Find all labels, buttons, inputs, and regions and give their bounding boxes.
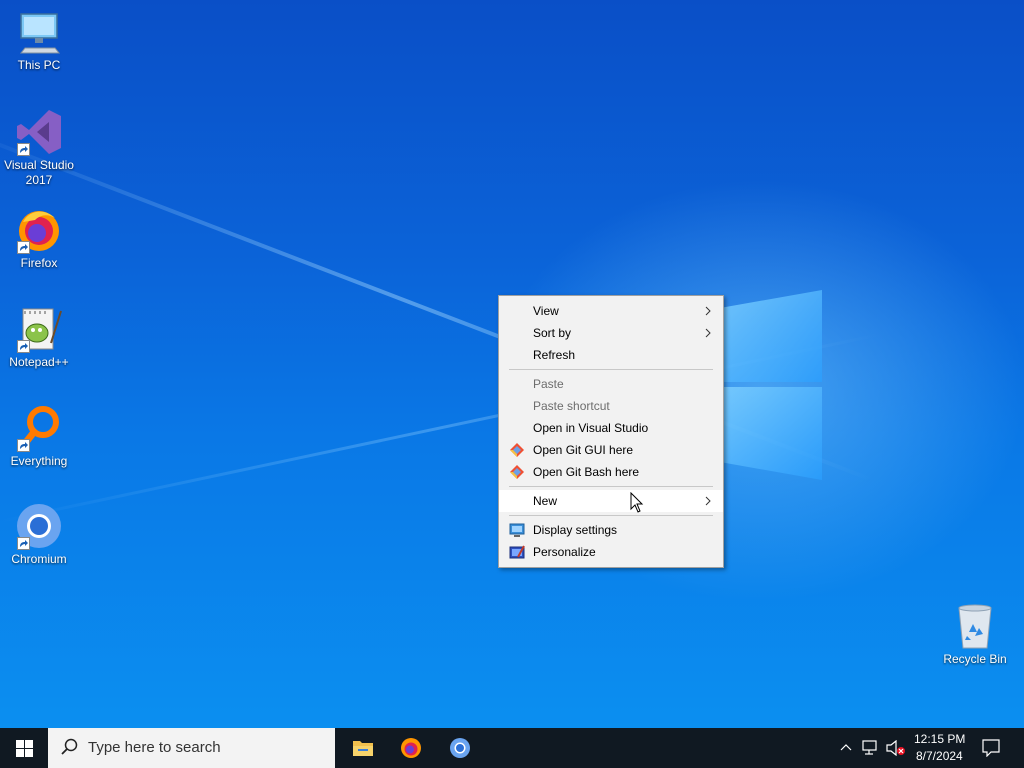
windows-logo-icon <box>16 740 33 757</box>
desktop[interactable]: This PC Visual Studio 2017 Firefox Notep… <box>0 0 1024 728</box>
shortcut-arrow-icon <box>17 340 30 353</box>
desktop-icon-this-pc[interactable]: This PC <box>0 8 78 73</box>
menu-item-label: Paste <box>533 377 564 391</box>
wallpaper-windows-logo <box>720 290 822 480</box>
menu-separator <box>509 515 713 516</box>
desktop-icon-chromium[interactable]: Chromium <box>0 502 78 567</box>
menu-separator <box>509 369 713 370</box>
shortcut-arrow-icon <box>17 537 30 550</box>
magnifier-icon <box>15 404 63 452</box>
menu-separator <box>509 486 713 487</box>
taskbar-file-explorer-button[interactable] <box>342 728 384 768</box>
recycle-bin-icon <box>951 602 999 650</box>
menu-item-paste-shortcut: Paste shortcut <box>499 395 723 417</box>
menu-item-label: Paste shortcut <box>533 399 610 413</box>
folder-icon <box>353 741 373 756</box>
desktop-icon-label: 2017 <box>25 173 53 187</box>
menu-item-label: View <box>533 304 559 318</box>
chevron-right-icon <box>705 328 711 338</box>
network-icon[interactable] <box>862 740 880 756</box>
chromium-icon <box>15 502 63 550</box>
menu-item-label: Refresh <box>533 348 576 362</box>
menu-item-refresh[interactable]: Refresh <box>499 344 723 366</box>
notification-icon[interactable] <box>982 739 1000 757</box>
menu-item-label: Open Git Bash here <box>533 465 640 479</box>
clock-date[interactable]: 8/7/2024 <box>916 749 963 763</box>
desktop-icon-label: Notepad++ <box>9 355 69 369</box>
menu-item-personalize[interactable]: Personalize <box>499 541 723 563</box>
menu-item-open-git-gui[interactable]: Open Git GUI here <box>499 439 723 461</box>
menu-item-paste: Paste <box>499 373 723 395</box>
search-placeholder: Type here to search <box>88 739 221 756</box>
desktop-icon-everything[interactable]: Everything <box>0 404 78 469</box>
clock-time[interactable]: 12:15 PM <box>914 732 965 746</box>
monitor-icon <box>15 8 63 56</box>
desktop-icon-label: Recycle Bin <box>943 652 1007 666</box>
chevron-right-icon <box>705 306 711 316</box>
desktop-icon-label: This PC <box>17 58 61 72</box>
chromium-icon <box>450 738 470 758</box>
taskbar: Type here to search 12:15 PM 8/7/2024 <box>0 728 1024 768</box>
desktop-icon-label: Everything <box>10 454 68 468</box>
git-icon <box>510 465 524 479</box>
git-icon <box>510 443 524 457</box>
taskbar-chromium-button[interactable] <box>438 728 482 768</box>
desktop-icon-label: Firefox <box>20 256 58 270</box>
display-icon <box>509 523 525 537</box>
menu-item-new[interactable]: New <box>499 490 723 512</box>
chevron-right-icon <box>705 496 711 506</box>
start-button[interactable] <box>0 728 48 768</box>
personalize-icon <box>509 545 525 559</box>
menu-item-label: Sort by <box>533 326 572 340</box>
search-icon <box>61 738 78 755</box>
menu-item-label: Personalize <box>533 545 596 559</box>
menu-item-label: Open Git GUI here <box>533 443 634 457</box>
mouse-cursor-icon <box>630 492 644 513</box>
menu-item-open-git-bash[interactable]: Open Git Bash here <box>499 461 723 483</box>
shortcut-arrow-icon <box>17 143 30 156</box>
desktop-icon-visual-studio[interactable]: Visual Studio 2017 <box>0 108 78 188</box>
desktop-icon-label: Visual Studio <box>4 158 74 172</box>
menu-item-sort-by[interactable]: Sort by <box>499 322 723 344</box>
desktop-icon-label: Chromium <box>11 552 67 566</box>
menu-item-label: New <box>533 494 558 508</box>
notepad-plus-plus-icon <box>15 305 63 353</box>
chevron-up-icon[interactable] <box>840 742 852 754</box>
desktop-context-menu: View Sort by Refresh Paste Paste shortcu… <box>498 295 724 568</box>
visual-studio-icon <box>15 108 63 156</box>
desktop-icon-firefox[interactable]: Firefox <box>0 206 78 271</box>
taskbar-firefox-button[interactable] <box>390 728 432 768</box>
volume-muted-icon[interactable] <box>886 740 906 756</box>
menu-item-label: Display settings <box>533 523 618 537</box>
desktop-icon-recycle-bin[interactable]: Recycle Bin <box>936 602 1014 667</box>
firefox-icon <box>15 206 63 254</box>
menu-item-display-settings[interactable]: Display settings <box>499 519 723 541</box>
firefox-icon <box>401 738 421 758</box>
taskbar-search-box[interactable]: Type here to search <box>48 728 335 768</box>
menu-item-label: Open in Visual Studio <box>533 421 649 435</box>
shortcut-arrow-icon <box>17 439 30 452</box>
shortcut-arrow-icon <box>17 241 30 254</box>
menu-item-view[interactable]: View <box>499 300 723 322</box>
menu-item-open-in-visual-studio[interactable]: Open in Visual Studio <box>499 417 723 439</box>
desktop-icon-notepad-plus-plus[interactable]: Notepad++ <box>0 305 78 370</box>
